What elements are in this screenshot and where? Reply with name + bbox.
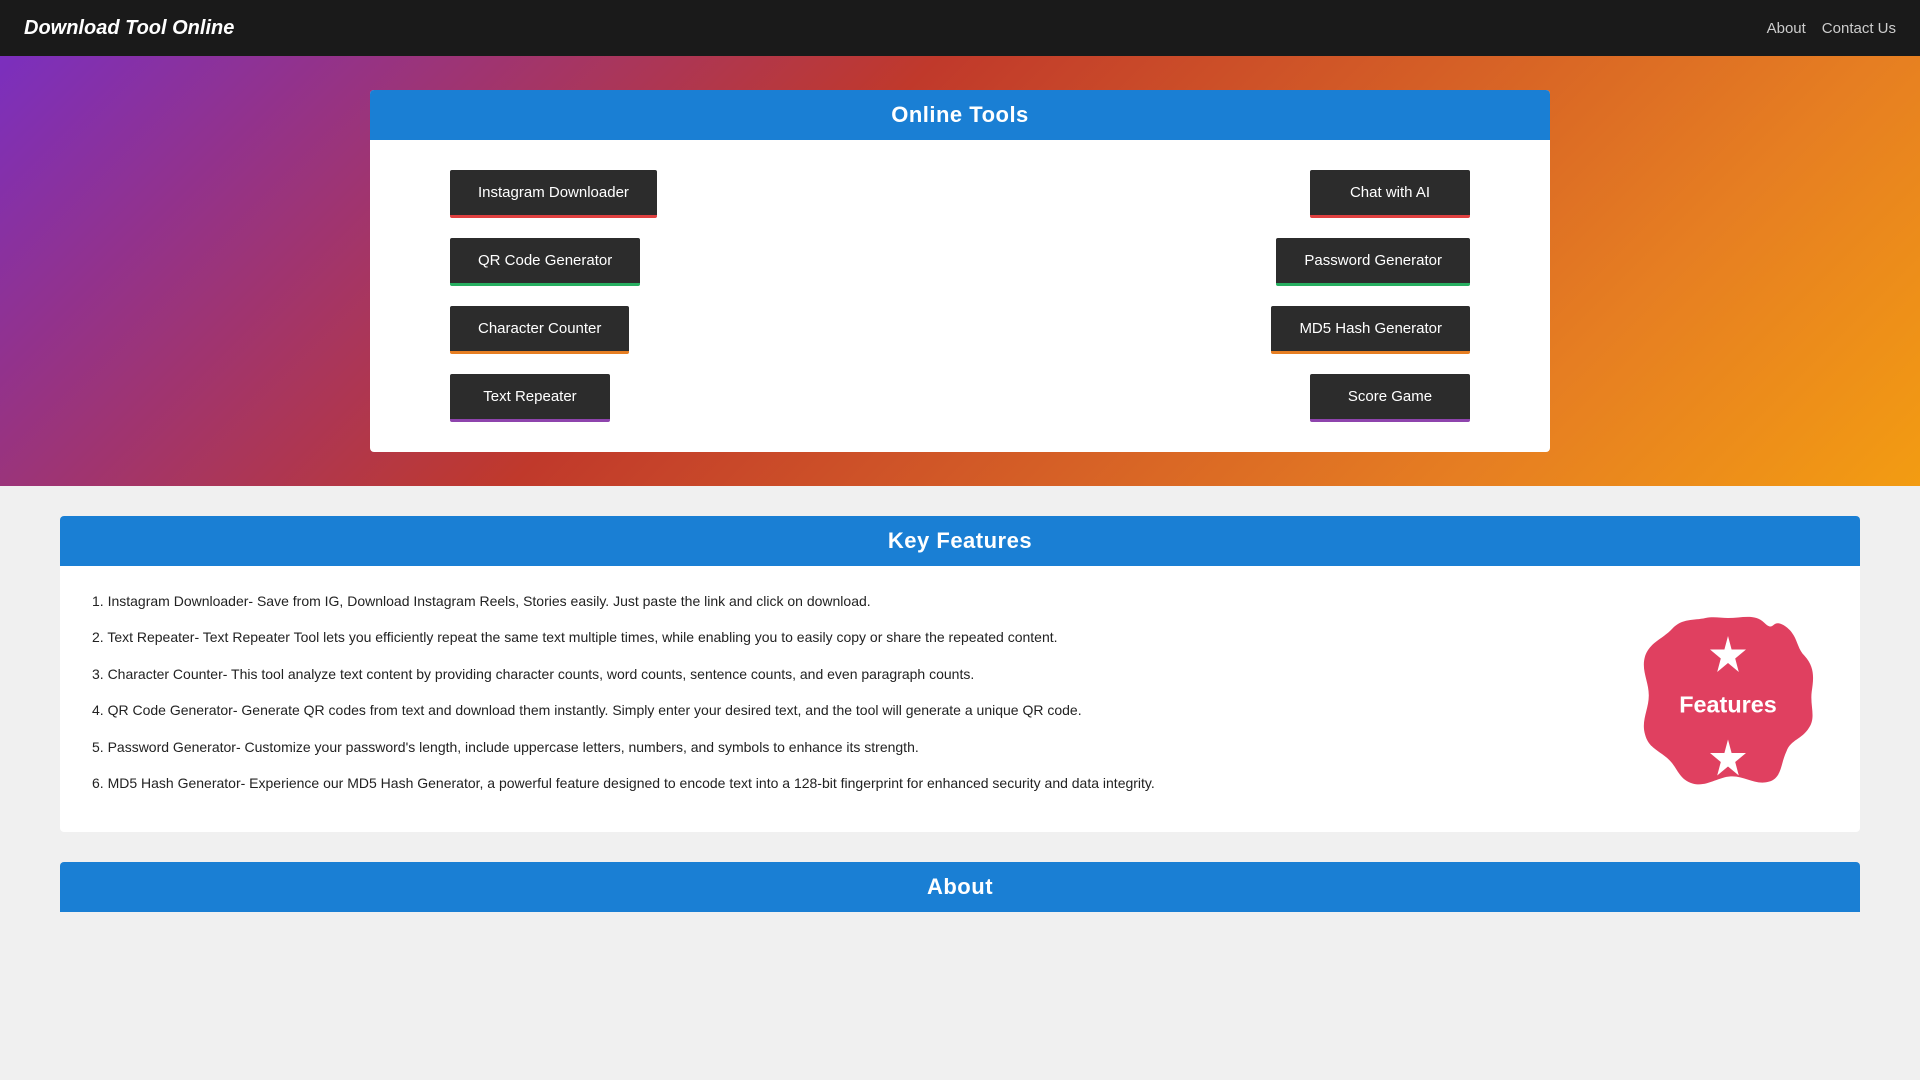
features-content: 1. Instagram Downloader- Save from IG, D… <box>60 566 1860 832</box>
hero-section: Online Tools Instagram Downloader QR Cod… <box>0 56 1920 486</box>
tools-left: Instagram Downloader QR Code Generator C… <box>450 170 760 422</box>
tools-grid: Instagram Downloader QR Code Generator C… <box>370 140 1550 452</box>
text-repeater-button[interactable]: Text Repeater <box>450 374 610 422</box>
about-heading: About <box>60 862 1860 912</box>
navbar: Download Tool Online About Contact Us <box>0 0 1920 56</box>
features-heading: Key Features <box>60 516 1860 566</box>
site-brand[interactable]: Download Tool Online <box>24 17 234 40</box>
features-badge-svg: Features <box>1638 609 1818 789</box>
qr-code-generator-button[interactable]: QR Code Generator <box>450 238 640 286</box>
tools-right: Chat with AI Password Generator MD5 Hash… <box>1160 170 1470 422</box>
chat-ai-button[interactable]: Chat with AI <box>1310 170 1470 218</box>
score-game-button[interactable]: Score Game <box>1310 374 1470 422</box>
svg-text:Features: Features <box>1679 692 1777 718</box>
tools-card: Online Tools Instagram Downloader QR Cod… <box>370 90 1550 452</box>
feature-item-2: 2. Text Repeater- Text Repeater Tool let… <box>92 626 1588 648</box>
features-badge: Features <box>1628 590 1828 808</box>
md5-hash-generator-button[interactable]: MD5 Hash Generator <box>1271 306 1470 354</box>
features-section: Key Features 1. Instagram Downloader- Sa… <box>60 516 1860 832</box>
feature-item-4: 4. QR Code Generator- Generate QR codes … <box>92 699 1588 721</box>
nav-links: About Contact Us <box>1767 20 1896 37</box>
feature-item-1: 1. Instagram Downloader- Save from IG, D… <box>92 590 1588 612</box>
feature-item-5: 5. Password Generator- Customize your pa… <box>92 736 1588 758</box>
character-counter-button[interactable]: Character Counter <box>450 306 629 354</box>
nav-contact[interactable]: Contact Us <box>1822 20 1896 37</box>
nav-about[interactable]: About <box>1767 20 1806 37</box>
password-generator-button[interactable]: Password Generator <box>1276 238 1470 286</box>
features-list: 1. Instagram Downloader- Save from IG, D… <box>92 590 1588 808</box>
about-section: About <box>60 862 1860 912</box>
feature-item-6: 6. MD5 Hash Generator- Experience our MD… <box>92 772 1588 794</box>
feature-item-3: 3. Character Counter- This tool analyze … <box>92 663 1588 685</box>
tools-heading: Online Tools <box>370 90 1550 140</box>
instagram-downloader-button[interactable]: Instagram Downloader <box>450 170 657 218</box>
